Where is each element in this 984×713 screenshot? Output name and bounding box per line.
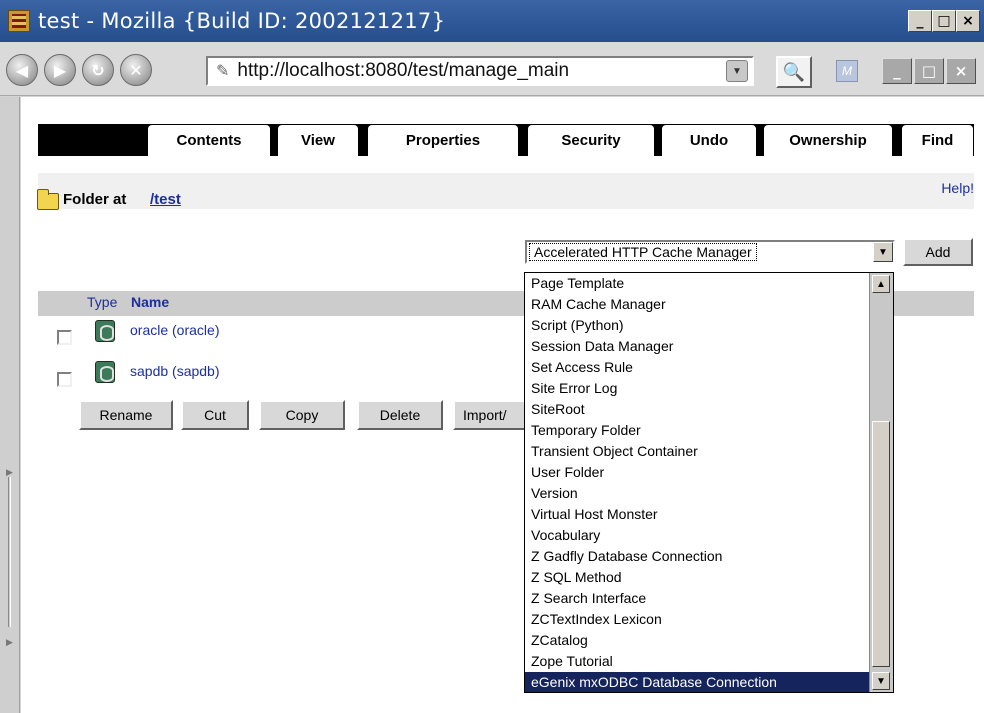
inner-minimize-button[interactable]: _: [882, 58, 912, 84]
sidebar-panel[interactable]: ▶ ▶: [0, 97, 20, 713]
dropdown-option[interactable]: Session Data Manager: [525, 336, 869, 357]
inner-restore-button[interactable]: □: [914, 58, 944, 84]
navigation-toolbar: ◀ ▶ ↻ ✕ ✎ http://localhost:8080/test/man…: [0, 42, 984, 96]
folder-path-link[interactable]: /test: [150, 191, 181, 208]
inner-window-controls: _ □ ×: [882, 58, 976, 84]
minimize-button[interactable]: _: [908, 10, 932, 32]
row-checkbox-sapdb[interactable]: [57, 372, 72, 387]
url-bar[interactable]: ✎ http://localhost:8080/test/manage_main…: [206, 56, 754, 86]
tab-security[interactable]: Security: [527, 124, 655, 156]
dropdown-option[interactable]: Set Access Rule: [525, 357, 869, 378]
database-connection-icon: [95, 361, 115, 383]
sidebar-arrow-icon: ▶: [6, 637, 13, 647]
dropdown-option[interactable]: Z Search Interface: [525, 588, 869, 609]
dropdown-options: Page Template RAM Cache Manager Script (Py…: [525, 273, 893, 692]
title-bar: test - Mozilla {Build ID: 2002121217} _ …: [0, 0, 984, 42]
window-title: test - Mozilla {Build ID: 2002121217}: [38, 9, 446, 33]
folder-icon: [37, 189, 59, 210]
tab-view[interactable]: View: [277, 124, 359, 156]
scroll-up-icon[interactable]: ▲: [872, 275, 890, 293]
dropdown-option[interactable]: Page Template: [525, 273, 869, 294]
add-type-dropdown-list[interactable]: Page Template RAM Cache Manager Script (Py…: [524, 272, 894, 693]
dropdown-option[interactable]: ZCTextIndex Lexicon: [525, 609, 869, 630]
reload-icon[interactable]: ↻: [82, 54, 114, 86]
tab-find[interactable]: Find: [901, 124, 974, 156]
bookmark-icon: ✎: [216, 63, 230, 80]
add-button[interactable]: Add: [903, 238, 973, 266]
dropdown-option[interactable]: ZCatalog: [525, 630, 869, 651]
dropdown-option[interactable]: Site Error Log: [525, 378, 869, 399]
import-export-button[interactable]: Import/: [453, 400, 527, 430]
close-button[interactable]: ×: [956, 10, 980, 32]
forward-icon[interactable]: ▶: [44, 54, 76, 86]
dropdown-scrollbar[interactable]: ▲ ▼: [869, 273, 893, 692]
dropdown-option[interactable]: Z SQL Method: [525, 567, 869, 588]
scrollbar-thumb[interactable]: [872, 421, 890, 667]
dropdown-option[interactable]: Script (Python): [525, 315, 869, 336]
dropdown-option[interactable]: SiteRoot: [525, 399, 869, 420]
tab-contents[interactable]: Contents: [147, 124, 271, 156]
stop-icon[interactable]: ✕: [120, 54, 152, 86]
scroll-down-icon[interactable]: ▼: [872, 672, 890, 690]
sidebar-grip[interactable]: [8, 477, 11, 627]
dropdown-option[interactable]: User Folder: [525, 462, 869, 483]
type-column-header[interactable]: Type: [87, 294, 117, 310]
maximize-button[interactable]: □: [932, 10, 956, 32]
rename-button[interactable]: Rename: [79, 400, 173, 430]
dropdown-option[interactable]: Zope Tutorial: [525, 651, 869, 672]
row-checkbox-oracle[interactable]: [57, 330, 72, 345]
dropdown-option[interactable]: Virtual Host Monster: [525, 504, 869, 525]
mozilla-app-icon[interactable]: [8, 10, 30, 32]
dropdown-option[interactable]: Z Gadfly Database Connection: [525, 546, 869, 567]
dropdown-option[interactable]: Temporary Folder: [525, 420, 869, 441]
add-type-selected-value: Accelerated HTTP Cache Manager: [529, 243, 757, 261]
dropdown-option[interactable]: RAM Cache Manager: [525, 294, 869, 315]
inner-close-button[interactable]: ×: [946, 58, 976, 84]
dropdown-option[interactable]: Transient Object Container: [525, 441, 869, 462]
back-icon[interactable]: ◀: [6, 54, 38, 86]
url-dropdown-icon[interactable]: ▼: [726, 60, 748, 82]
window-controls: _ □ ×: [908, 10, 980, 32]
folder-label: Folder at: [63, 191, 127, 208]
tab-undo[interactable]: Undo: [661, 124, 757, 156]
search-icon[interactable]: 🔍: [776, 56, 812, 88]
item-link-sapdb[interactable]: sapdb (sapdb): [130, 363, 220, 379]
name-column-header[interactable]: Name: [131, 294, 169, 310]
delete-button[interactable]: Delete: [357, 400, 443, 430]
chevron-down-icon[interactable]: ▼: [873, 242, 893, 262]
dropdown-option[interactable]: eGenix mxODBC Database Connection: [525, 672, 869, 692]
cut-button[interactable]: Cut: [181, 400, 249, 430]
dropdown-option[interactable]: Version: [525, 483, 869, 504]
copy-button[interactable]: Copy: [259, 400, 345, 430]
dropdown-option[interactable]: Vocabulary: [525, 525, 869, 546]
url-text: http://localhost:8080/test/manage_main: [237, 60, 570, 81]
add-type-select[interactable]: Accelerated HTTP Cache Manager ▼: [525, 240, 895, 264]
tab-ownership[interactable]: Ownership: [763, 124, 893, 156]
item-link-oracle[interactable]: oracle (oracle): [130, 322, 219, 338]
database-connection-icon: [95, 320, 115, 342]
tab-properties[interactable]: Properties: [367, 124, 519, 156]
mail-icon[interactable]: M: [836, 60, 858, 82]
help-link[interactable]: Help!: [941, 180, 974, 196]
